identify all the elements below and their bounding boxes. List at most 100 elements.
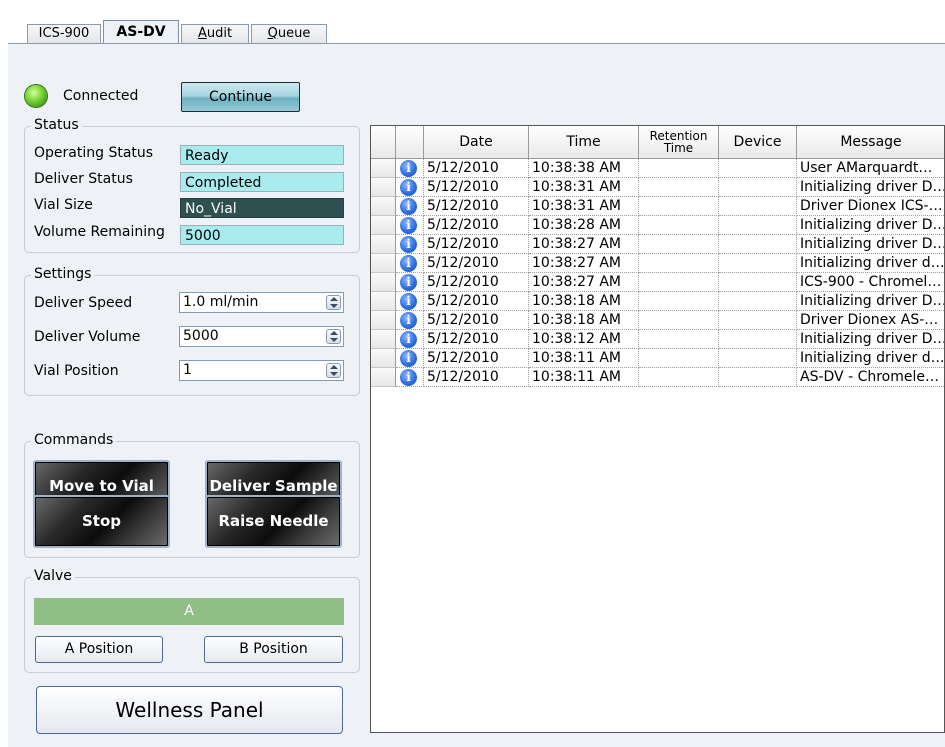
deliver-speed-value: 1.0 ml/min [183,294,259,310]
row-selector[interactable] [371,159,396,178]
table-row[interactable]: i 5/12/2010 10:38:27 AM Initializing driver… [371,235,944,254]
column-header-time[interactable]: Time [529,126,639,159]
row-icon-cell: i [396,330,424,349]
retention-time-cell [639,159,719,178]
info-icon: i [400,217,417,234]
column-header-device[interactable]: Device [719,126,797,159]
device-cell [719,368,797,387]
tab-audit[interactable]: Audit [181,24,249,43]
message-cell: Initializing driver d… [797,349,944,368]
info-icon: i [400,312,417,329]
time-cell: 10:38:12 AM [529,330,639,349]
info-icon: i [400,198,417,215]
table-row[interactable]: i 5/12/2010 10:38:18 AM Driver Dionex AS-… [371,311,944,330]
deliver-speed-stepper[interactable]: 1.0 ml/min [179,292,344,313]
row-selector[interactable] [371,330,396,349]
stop-button[interactable]: Stop [33,495,170,548]
date-cell: 5/12/2010 [424,235,529,254]
message-cell: Driver Dionex ICS-… [797,197,944,216]
date-cell: 5/12/2010 [424,368,529,387]
table-row[interactable]: i 5/12/2010 10:38:11 AM AS-DV - Chromele… [371,368,944,387]
tab-divider [8,43,945,44]
deliver-speed-spin-icon[interactable] [326,295,341,310]
tab-queue[interactable]: Queue [251,24,327,43]
operating-status-label: Operating Status [34,145,154,161]
vial-position-stepper[interactable]: 1 [179,360,344,381]
device-cell [719,273,797,292]
vial-position-spin-icon[interactable] [326,363,341,378]
info-icon: i [400,236,417,253]
row-icon-cell: i [396,311,424,330]
row-selector[interactable] [371,254,396,273]
device-cell [719,159,797,178]
table-row[interactable]: i 5/12/2010 10:38:12 AM Initializing driver… [371,330,944,349]
info-icon: i [400,293,417,310]
info-icon: i [400,179,417,196]
retention-time-cell [639,292,719,311]
row-selector[interactable] [371,368,396,387]
row-icon-cell: i [396,235,424,254]
valve-position-indicator: A [34,598,344,625]
retention-time-cell [639,197,719,216]
a-position-button[interactable]: A Position [35,636,163,663]
row-icon-cell: i [396,273,424,292]
info-icon: i [400,331,417,348]
row-icon-cell: i [396,178,424,197]
date-cell: 5/12/2010 [424,330,529,349]
deliver-volume-stepper[interactable]: 5000 [179,326,344,347]
row-selector[interactable] [371,292,396,311]
column-header-retention-time[interactable]: Retention Time [639,126,719,159]
deliver-volume-spin-icon[interactable] [326,329,341,344]
table-row[interactable]: i 5/12/2010 10:38:31 AM Initializing driver… [371,178,944,197]
connection-label: Connected [63,88,139,104]
message-cell: Initializing driver D… [797,330,944,349]
message-cell: Initializing driver D… [797,235,944,254]
table-row[interactable]: i 5/12/2010 10:38:28 AM Initializing driver… [371,216,944,235]
message-cell: AS-DV - Chromele… [797,368,944,387]
table-row[interactable]: i 5/12/2010 10:38:38 AM User AMarquardt… [371,159,944,178]
b-position-button[interactable]: B Position [204,636,343,663]
row-selector[interactable] [371,349,396,368]
audit-table[interactable]: Date Time Retention Time Device Message … [370,125,945,733]
row-selector[interactable] [371,235,396,254]
device-cell [719,197,797,216]
table-row[interactable]: i 5/12/2010 10:38:31 AM Driver Dionex ICS-… [371,197,944,216]
message-cell: Initializing driver d… [797,254,944,273]
table-row[interactable]: i 5/12/2010 10:38:18 AM Initializing driver… [371,292,944,311]
time-cell: 10:38:18 AM [529,311,639,330]
retention-time-cell [639,254,719,273]
row-selector[interactable] [371,216,396,235]
table-row[interactable]: i 5/12/2010 10:38:27 AM Initializing driver… [371,254,944,273]
icon-column-header [396,126,424,159]
date-cell: 5/12/2010 [424,178,529,197]
table-row[interactable]: i 5/12/2010 10:38:27 AM ICS-900 - Chromel… [371,273,944,292]
continue-button[interactable]: Continue [181,82,300,112]
date-cell: 5/12/2010 [424,159,529,178]
raise-needle-button[interactable]: Raise Needle [205,495,342,548]
device-cell [719,178,797,197]
column-header-message[interactable]: Message [797,126,944,159]
device-cell [719,311,797,330]
date-cell: 5/12/2010 [424,349,529,368]
date-cell: 5/12/2010 [424,197,529,216]
row-selector[interactable] [371,311,396,330]
retention-time-cell [639,273,719,292]
row-selector[interactable] [371,178,396,197]
vial-size-label: Vial Size [34,197,93,213]
row-selector[interactable] [371,273,396,292]
info-icon: i [400,350,417,367]
wellness-panel-button[interactable]: Wellness Panel [36,686,343,734]
row-selector[interactable] [371,197,396,216]
device-cell [719,216,797,235]
tab-as-dv[interactable]: AS-DV [103,20,179,44]
table-row[interactable]: i 5/12/2010 10:38:11 AM Initializing driver… [371,349,944,368]
row-icon-cell: i [396,197,424,216]
retention-time-cell [639,349,719,368]
row-selector-header [371,126,396,159]
tab-ics-900[interactable]: ICS-900 [27,24,101,43]
column-header-date[interactable]: Date [424,126,529,159]
message-cell: ICS-900 - Chromel… [797,273,944,292]
tab-queue-label: ueue [277,26,311,41]
deliver-speed-label: Deliver Speed [34,295,133,311]
device-cell [719,235,797,254]
